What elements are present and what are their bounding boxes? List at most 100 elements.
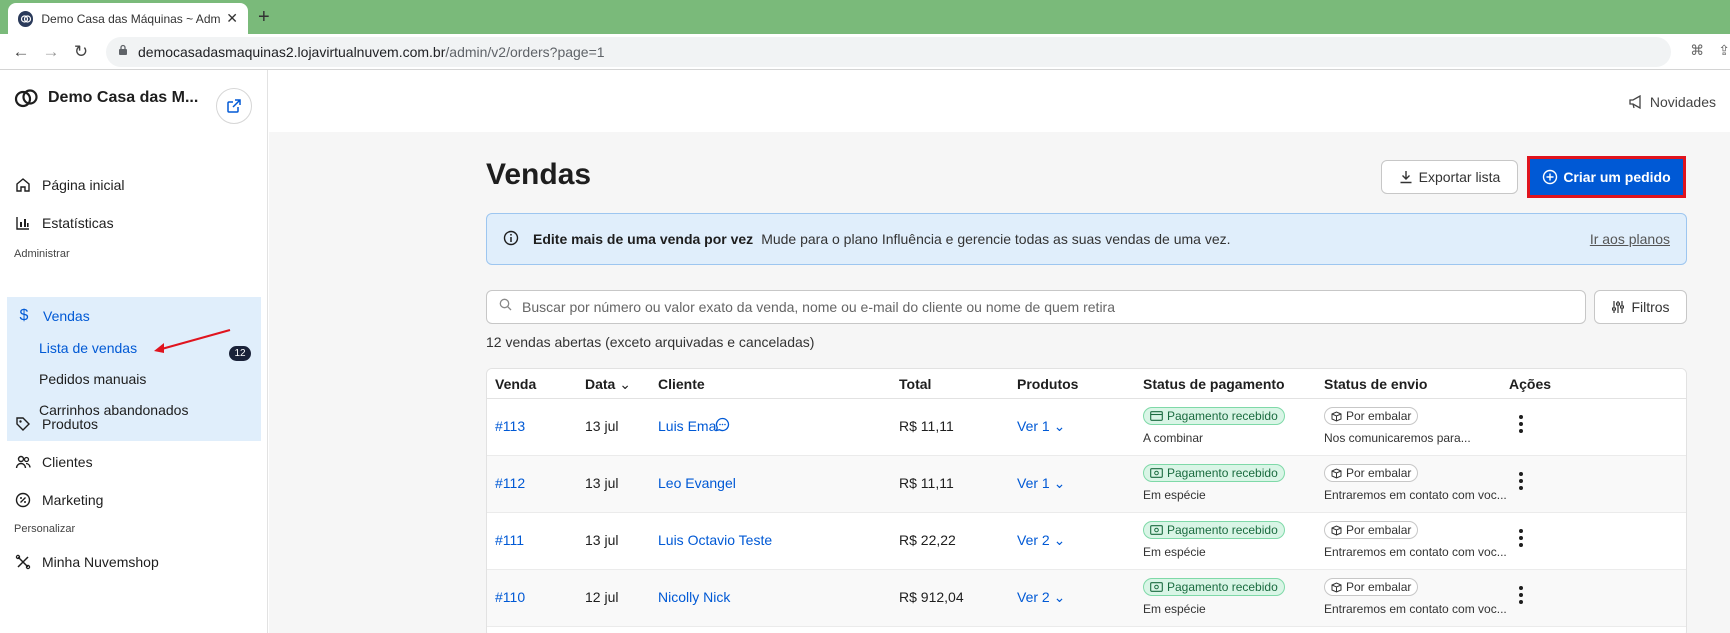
row-actions-menu-icon[interactable] xyxy=(1519,586,1523,607)
download-icon xyxy=(1400,171,1412,184)
payment-method: Em espécie xyxy=(1143,488,1206,502)
close-tab-icon[interactable]: ✕ xyxy=(226,10,238,27)
column-header-sale[interactable]: Venda xyxy=(495,376,536,392)
tab-title: Demo Casa das Máquinas ~ Adm xyxy=(41,11,221,26)
new-tab-button[interactable]: + xyxy=(258,6,270,29)
plus-circle-icon xyxy=(1543,169,1558,185)
export-list-label: Exportar lista xyxy=(1418,169,1501,185)
shipping-status-badge: Por embalar xyxy=(1324,578,1419,596)
column-header-date[interactable]: Data ⌄ xyxy=(585,376,631,393)
payment-method: Em espécie xyxy=(1143,545,1206,559)
row-actions-menu-icon[interactable] xyxy=(1519,415,1523,436)
shipping-status-badge: Por embalar xyxy=(1324,464,1419,482)
row-actions-menu-icon[interactable] xyxy=(1519,472,1523,493)
shipping-status-label: Por embalar xyxy=(1346,466,1412,480)
create-order-button[interactable]: Criar um pedido xyxy=(1530,159,1683,195)
back-button[interactable]: ← xyxy=(6,42,36,62)
table-row: #110 12 jul Nicolly Nick R$ 912,04 Ver 2… xyxy=(487,570,1686,627)
sale-total: R$ 11,11 xyxy=(899,475,954,491)
url-field[interactable]: democasadasmaquinas2.lojavirtualnuvem.co… xyxy=(106,36,1671,67)
percent-icon xyxy=(14,491,32,509)
box-icon xyxy=(1331,467,1342,479)
column-header-client: Cliente xyxy=(658,376,705,392)
info-icon xyxy=(503,230,519,249)
sidebar-item-sales[interactable]: $ Vendas xyxy=(15,307,90,325)
search-box xyxy=(486,290,1586,324)
shipping-status-badge: Por embalar xyxy=(1324,407,1419,425)
payment-status-label: Pagamento recebido xyxy=(1167,580,1278,594)
sale-total: R$ 912,04 xyxy=(899,589,964,605)
payment-status-badge: Pagamento recebido xyxy=(1143,521,1285,539)
sidebar-item-label: Produtos xyxy=(42,416,99,432)
store-header: Demo Casa das M... xyxy=(14,88,198,108)
sale-id-link[interactable]: #112 xyxy=(495,475,525,491)
table-row: #112 13 jul Leo Evangel R$ 11,11 Ver 1 ⌄… xyxy=(487,456,1686,513)
tag-icon xyxy=(14,415,32,433)
payment-status-label: Pagamento recebido xyxy=(1167,409,1278,423)
browser-tab[interactable]: Demo Casa das Máquinas ~ Adm ✕ xyxy=(8,3,248,34)
sidebar-item-products[interactable]: Produtos xyxy=(14,415,98,433)
create-order-label: Criar um pedido xyxy=(1563,169,1671,185)
sidebar-item-clients[interactable]: Clientes xyxy=(14,453,93,471)
filters-button[interactable]: Filtros xyxy=(1594,290,1687,324)
url-host: democasadasmaquinas2.lojavirtualnuvem.co… xyxy=(138,43,446,60)
sidebar-item-label: Estatísticas xyxy=(42,215,114,231)
url-text: democasadasmaquinas2.lojavirtualnuvem.co… xyxy=(138,44,605,60)
store-favicon-icon xyxy=(18,10,34,27)
sale-id-link[interactable]: #113 xyxy=(495,418,525,434)
shipping-method: Nos comunicaremos para... xyxy=(1324,431,1471,445)
share-icon[interactable]: ⇪ xyxy=(1718,42,1730,59)
sidebar-item-label: Marketing xyxy=(42,492,104,508)
sidebar-item-marketing[interactable]: Marketing xyxy=(14,491,103,509)
section-label-personalize: Personalizar xyxy=(14,523,76,535)
sidebar-item-stats[interactable]: Estatísticas xyxy=(14,214,114,232)
client-link[interactable]: Luis Octavio Teste xyxy=(658,532,772,548)
products-toggle-label: Ver 1 xyxy=(1017,418,1050,434)
column-header-products: Produtos xyxy=(1017,376,1079,392)
products-toggle[interactable]: Ver 2 ⌄ xyxy=(1017,589,1065,606)
card-icon xyxy=(1150,411,1163,421)
browser-actions: ⌘ ⇪ xyxy=(1690,42,1730,59)
payment-method: A combinar xyxy=(1143,431,1204,445)
sale-date: 13 jul xyxy=(585,418,619,434)
search-input[interactable] xyxy=(522,299,1572,315)
go-to-plans-link[interactable]: Ir aos planos xyxy=(1590,231,1670,247)
store-name: Demo Casa das M... xyxy=(48,89,199,106)
sidebar-item-home[interactable]: Página inicial xyxy=(14,176,125,194)
products-toggle[interactable]: Ver 1 ⌄ xyxy=(1017,418,1065,435)
sale-id-link[interactable]: #111 xyxy=(495,532,524,548)
column-header-date-label: Data xyxy=(585,376,616,392)
products-toggle[interactable]: Ver 2 ⌄ xyxy=(1017,532,1065,549)
export-list-button[interactable]: Exportar lista xyxy=(1381,160,1518,194)
translate-icon[interactable]: ⌘ xyxy=(1690,42,1704,59)
table-header: Venda Data ⌄ Cliente Total Produtos Stat… xyxy=(487,369,1686,399)
products-toggle[interactable]: Ver 1 ⌄ xyxy=(1017,475,1065,492)
products-toggle-label: Ver 2 xyxy=(1017,589,1050,605)
sale-date: 13 jul xyxy=(585,475,619,491)
sidebar-subitem-manual-orders[interactable]: Pedidos manuais xyxy=(39,371,146,387)
client-link[interactable]: Luis Ema xyxy=(658,418,716,434)
sidebar-item-label: Clientes xyxy=(42,454,93,470)
sale-id-link[interactable]: #110 xyxy=(495,589,525,605)
sidebar-item-my-nuvemshop[interactable]: Minha Nuvemshop xyxy=(14,553,159,571)
sale-date: 13 jul xyxy=(585,532,619,548)
cash-icon xyxy=(1150,582,1163,592)
chart-icon xyxy=(14,214,32,232)
sidebar-subitem-sales-list[interactable]: Lista de vendas xyxy=(39,340,137,356)
column-header-total: Total xyxy=(899,376,932,392)
box-icon xyxy=(1331,410,1342,422)
forward-button[interactable]: → xyxy=(36,42,66,62)
client-link[interactable]: Leo Evangel xyxy=(658,475,736,491)
home-icon xyxy=(14,176,32,194)
reload-button[interactable]: ↻ xyxy=(66,42,96,62)
nuvemshop-logo-icon xyxy=(14,89,38,108)
box-icon xyxy=(1331,581,1342,593)
row-actions-menu-icon[interactable] xyxy=(1519,529,1523,550)
open-store-button[interactable] xyxy=(216,88,252,124)
chevron-down-icon: ⌄ xyxy=(1053,475,1066,491)
alert-text: Mude para o plano Influência e gerencie … xyxy=(761,231,1231,247)
payment-status-badge: Pagamento recebido xyxy=(1143,464,1285,482)
news-button[interactable]: Novidades xyxy=(1628,94,1716,110)
chat-icon[interactable] xyxy=(715,417,730,435)
client-link[interactable]: Nicolly Nick xyxy=(658,589,730,605)
